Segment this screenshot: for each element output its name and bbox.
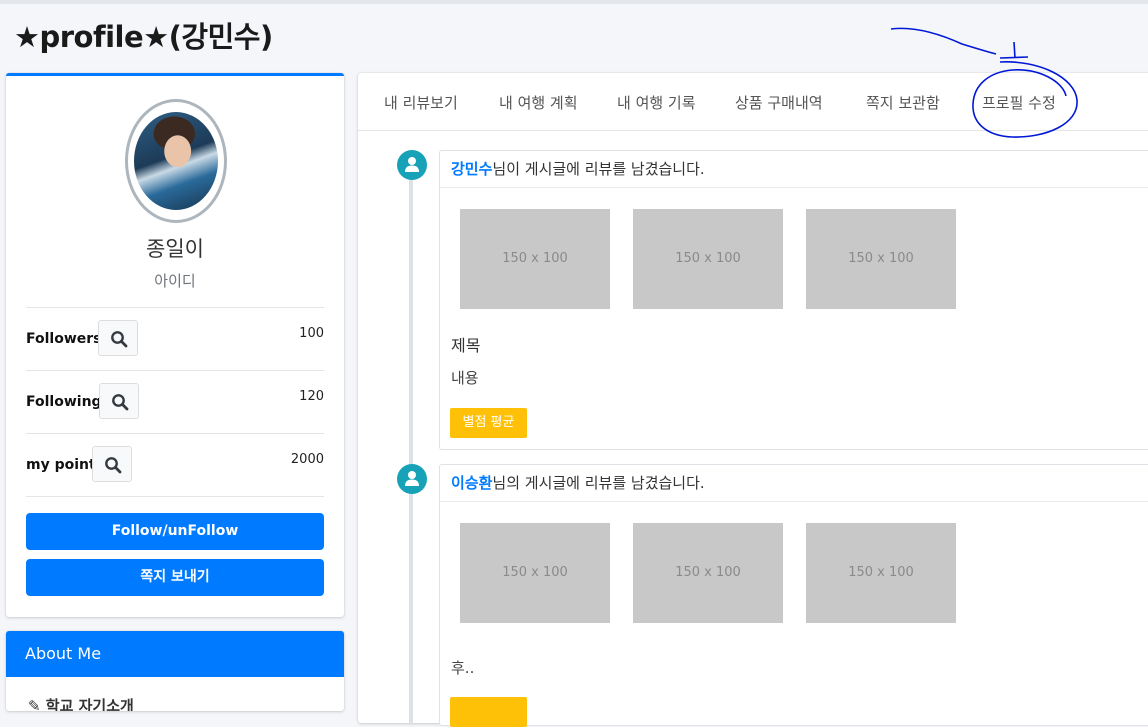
tab-travel-plan[interactable]: 내 여행 계획 [499,92,578,113]
thumbnail-image[interactable]: 150 x 100 [633,209,783,309]
timeline-item: 강민수님이 게시글에 리뷰를 남겼습니다. 150 x 100 150 x 10… [439,150,1148,450]
tab-purchase-history[interactable]: 상품 구매내역 [735,92,823,113]
avatar-photo [134,112,218,210]
stat-label: my point [26,457,96,473]
tab-message-box[interactable]: 쪽지 보관함 [866,92,940,113]
about-header: About Me [6,631,344,677]
thumbnail-image[interactable]: 150 x 100 [806,209,956,309]
timeline-action: 님의 게시글에 리뷰를 남겼습니다. [492,474,705,492]
about-card: About Me ✎ 학교 자기소개 [6,631,344,711]
author-link[interactable]: 강민수 [451,160,492,178]
profile-card: 종일이 아이디 Followers 100 Following 120 my p… [6,73,344,617]
divider [26,496,324,497]
tab-travel-log[interactable]: 내 여행 기록 [617,92,696,113]
thumbnail-image[interactable]: 150 x 100 [633,523,783,623]
top-divider [0,0,1148,4]
timeline-header: 이승환님의 게시글에 리뷰를 남겼습니다. [440,465,1148,502]
profile-id: 아이디 [154,272,196,290]
stat-row-points: my point 2000 [26,433,324,496]
timeline-user-icon [397,464,427,494]
rating-badge: 별점 평균 [450,408,527,438]
timeline-item: 이승환님의 게시글에 리뷰를 남겼습니다. 150 x 100 150 x 10… [439,464,1148,727]
user-icon [405,157,419,172]
stat-value: 120 [299,389,324,404]
search-icon [112,394,129,411]
send-message-button[interactable]: 쪽지 보내기 [26,559,324,596]
thumbnail-image[interactable]: 150 x 100 [806,523,956,623]
stat-label: Followers [26,331,102,347]
followers-search-button[interactable] [98,320,138,356]
stat-value: 100 [299,326,324,341]
tab-my-reviews[interactable]: 내 리뷰보기 [384,92,458,113]
stat-row-followers: Followers 100 [26,307,324,370]
about-item: ✎ 학교 자기소개 [28,697,134,711]
search-icon [111,331,128,348]
follow-button[interactable]: Follow/unFollow [26,513,324,550]
profile-name: 종일이 [146,237,204,261]
thumbnail-image[interactable]: 150 x 100 [460,523,610,623]
review-body: 후.. [451,659,475,677]
review-title: 제목 [451,336,481,355]
page-title: ★profile★(강민수) [14,20,273,54]
author-link[interactable]: 이승환 [451,474,492,492]
thumbnail-image[interactable]: 150 x 100 [460,209,610,309]
points-search-button[interactable] [92,446,132,482]
review-body: 내용 [451,369,479,387]
stat-value: 2000 [290,452,324,467]
timeline-user-icon [397,150,427,180]
stat-label: Following [26,394,102,410]
timeline-line [409,165,413,725]
stat-row-following: Following 120 [26,370,324,433]
tab-bar: 내 리뷰보기 내 여행 계획 내 여행 기록 상품 구매내역 쪽지 보관함 프로… [358,73,1148,131]
user-icon [405,471,419,486]
timeline-action: 님이 게시글에 리뷰를 남겼습니다. [492,160,705,178]
search-icon [105,457,122,474]
tab-edit-profile[interactable]: 프로필 수정 [982,92,1056,113]
timeline-header: 강민수님이 게시글에 리뷰를 남겼습니다. [440,151,1148,188]
following-search-button[interactable] [99,383,139,419]
avatar [125,99,227,223]
rating-badge [450,697,527,727]
